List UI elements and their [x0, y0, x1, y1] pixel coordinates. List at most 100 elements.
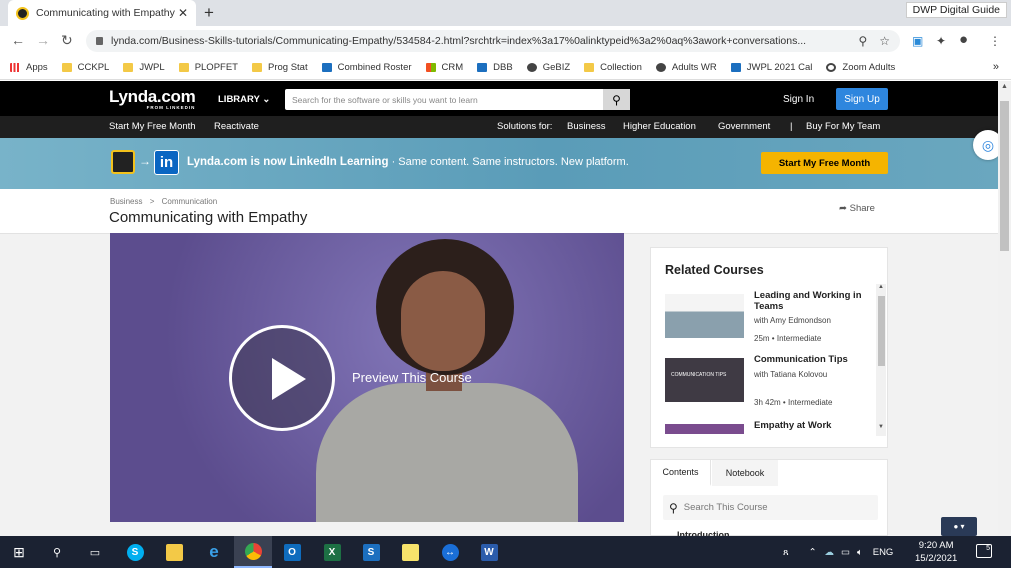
browser-tab[interactable]: Communicating with Empathy ✕ — [8, 0, 196, 26]
bookmark-star-icon[interactable]: ☆ — [879, 34, 890, 48]
clock[interactable]: 9:20 AM 15/2/2021 — [915, 539, 957, 565]
scroll-down-icon[interactable]: ▼ — [878, 424, 884, 430]
profile-label[interactable]: DWP Digital Guide — [905, 2, 1007, 18]
sign-up-button[interactable]: Sign Up — [836, 88, 888, 110]
skype-button[interactable]: S — [116, 536, 154, 568]
course-title[interactable]: Communication Tips — [754, 354, 874, 365]
bookmark-combined-roster[interactable]: Combined Roster — [321, 62, 412, 73]
course-search[interactable]: ⚲ Search This Course — [663, 495, 878, 520]
back-icon[interactable]: ← — [11, 32, 25, 48]
apps-grid-icon — [10, 63, 20, 72]
page-scroll-thumb[interactable] — [1000, 101, 1009, 251]
chrome-menu-icon[interactable]: ⋮ — [989, 34, 1001, 48]
bookmark-prog-stat[interactable]: Prog Stat — [251, 62, 308, 73]
tab-notebook[interactable]: Notebook — [712, 460, 778, 486]
buy-team-link[interactable]: Buy For My Team — [806, 121, 880, 132]
notification-center-icon[interactable]: 5 — [976, 544, 992, 558]
sharepoint-button[interactable]: S — [352, 536, 390, 568]
course-meta: 25m • Intermediate — [754, 334, 822, 343]
breadcrumb: Business > Communication — [110, 197, 217, 206]
new-tab-button[interactable]: + — [204, 3, 214, 23]
chrome-button[interactable] — [234, 536, 272, 568]
share-button[interactable]: ➦ Share — [839, 203, 875, 214]
excel-button[interactable]: X — [313, 536, 351, 568]
extensions-puzzle-icon[interactable]: ✦ — [936, 34, 946, 48]
bookmarks-more-icon[interactable]: » — [993, 61, 999, 73]
search-icon[interactable]: ⚲ — [603, 89, 630, 110]
outlook-button[interactable]: O — [273, 536, 311, 568]
extension-icon[interactable]: ▣ — [912, 34, 923, 48]
bookmark-jwpl[interactable]: JWPL — [123, 62, 165, 73]
zoom-icon[interactable]: ⚲ — [858, 34, 867, 48]
url-text[interactable]: lynda.com/Business-Skills-tutorials/Comm… — [111, 35, 846, 47]
globe-icon — [526, 63, 537, 72]
course-title[interactable]: Leading and Working in Teams — [754, 290, 874, 312]
related-scroll-thumb[interactable] — [878, 296, 885, 366]
language-toggle-button[interactable]: ● ▾ — [941, 517, 977, 536]
scroll-up-icon[interactable]: ▲ — [1001, 83, 1008, 90]
bookmark-plopfet[interactable]: PLOPFET — [178, 62, 238, 73]
search-button[interactable]: ⚲ — [38, 536, 76, 568]
scroll-up-icon[interactable]: ▲ — [878, 284, 884, 290]
tab-contents[interactable]: Contents — [651, 460, 711, 486]
volume-icon[interactable]: 🔈︎ — [857, 547, 863, 558]
site-logo[interactable]: Lynda.com FROM LINKEDIN — [109, 87, 196, 110]
address-bar[interactable]: lynda.com/Business-Skills-tutorials/Comm… — [86, 30, 900, 52]
sticky-notes-button[interactable] — [391, 536, 429, 568]
task-view-icon: ▭ — [89, 546, 101, 559]
task-view-button[interactable]: ▭ — [76, 536, 114, 568]
breadcrumb-communication[interactable]: Communication — [162, 197, 218, 206]
bookmark-dbb[interactable]: DBB — [477, 62, 513, 73]
course-search-input[interactable]: Search This Course — [684, 502, 768, 513]
business-link[interactable]: Business — [567, 121, 606, 132]
bookmark-zoom-adults[interactable]: Zoom Adults — [826, 62, 895, 73]
account-icon[interactable]: ● — [959, 31, 968, 48]
bookmark-adults-wr[interactable]: Adults WR — [655, 62, 717, 73]
language-indicator[interactable]: ENG — [873, 547, 894, 558]
site-header: Lynda.com FROM LINKEDIN LIBRARY ⌄ Search … — [0, 81, 998, 116]
people-icon[interactable]: ጸ — [783, 547, 789, 558]
bookmark-collection[interactable]: Collection — [584, 62, 642, 73]
bookmark-jwpl-2021-cal[interactable]: JWPL 2021 Cal — [730, 62, 812, 73]
sub-navigation: Start My Free Month Reactivate Solutions… — [0, 116, 998, 138]
onedrive-icon[interactable]: ☁ — [825, 547, 835, 558]
preview-label[interactable]: Preview This Course — [352, 370, 472, 385]
show-hidden-icons-icon[interactable]: ⌃ — [809, 547, 817, 558]
start-button[interactable]: ⊞ — [0, 536, 38, 568]
higher-education-link[interactable]: Higher Education — [623, 121, 696, 132]
related-course-item[interactable]: COMMUNICATION TIPS Communication Tips wi… — [665, 354, 877, 414]
start-free-month-button[interactable]: Start My Free Month — [761, 152, 888, 174]
page-scrollbar[interactable]: ▲ — [998, 81, 1011, 536]
related-courses-title: Related Courses — [665, 263, 764, 277]
sign-in-link[interactable]: Sign In — [783, 94, 814, 105]
lynda-favicon-icon — [16, 6, 29, 20]
library-menu[interactable]: LIBRARY ⌄ — [218, 94, 270, 105]
bookmark-apps[interactable]: Apps — [10, 62, 48, 73]
related-course-item[interactable]: Leading and Working in Teams with Amy Ed… — [665, 290, 877, 350]
bookmark-cckpl[interactable]: CCKPL — [61, 62, 109, 73]
sharepoint-icon — [321, 63, 332, 72]
network-icon[interactable]: ▭ — [841, 547, 850, 558]
bookmark-gebiz[interactable]: GeBIZ — [526, 62, 570, 73]
bookmark-crm[interactable]: CRM — [425, 62, 463, 73]
search-input[interactable]: Search for the software or skills you wa… — [292, 95, 603, 105]
government-link[interactable]: Government — [718, 121, 770, 132]
course-preview-video[interactable]: Preview This Course — [110, 233, 624, 522]
tab-close-icon[interactable]: ✕ — [178, 6, 188, 20]
ring-icon — [826, 63, 837, 72]
forward-icon[interactable]: → — [36, 32, 50, 48]
free-month-link[interactable]: Start My Free Month — [109, 121, 196, 132]
play-button[interactable] — [229, 325, 335, 431]
site-search[interactable]: Search for the software or skills you wa… — [285, 89, 630, 110]
course-title[interactable]: Empathy at Work — [754, 420, 874, 431]
related-course-item[interactable]: Empathy at Work — [665, 420, 877, 434]
reactivate-link[interactable]: Reactivate — [214, 121, 259, 132]
file-explorer-button[interactable] — [155, 536, 193, 568]
teamviewer-button[interactable]: ↔ — [431, 536, 469, 568]
reload-icon[interactable]: ↻ — [61, 32, 73, 49]
edge-button[interactable]: e — [195, 536, 233, 568]
breadcrumb-separator: > — [149, 197, 155, 206]
sharepoint-icon: S — [362, 543, 380, 561]
breadcrumb-business[interactable]: Business — [110, 197, 142, 206]
word-button[interactable]: W — [470, 536, 508, 568]
